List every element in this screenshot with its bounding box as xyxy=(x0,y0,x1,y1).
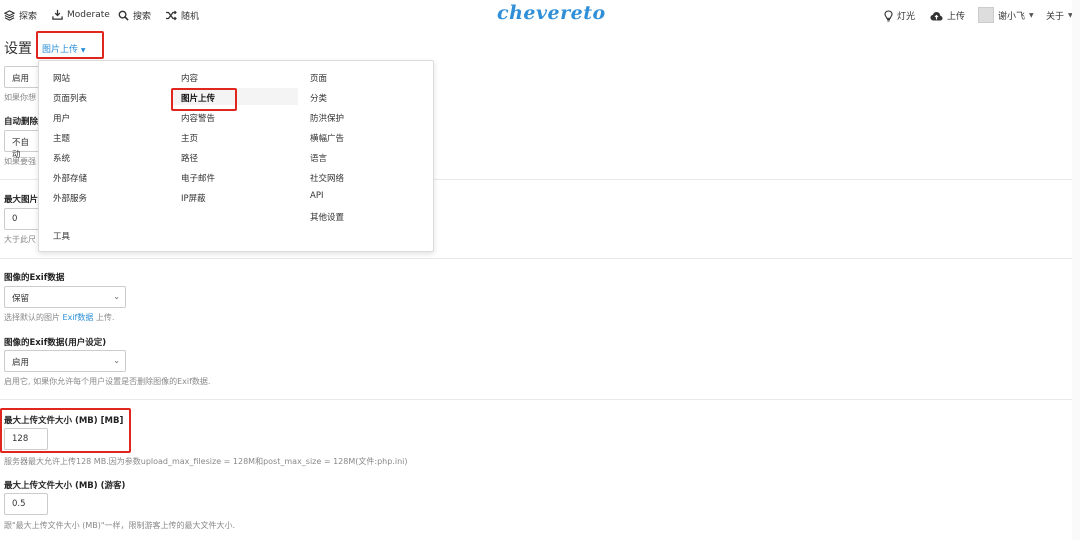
menu-item-content-warning[interactable]: 内容警告 xyxy=(181,112,215,124)
shuffle-icon xyxy=(166,10,177,21)
about-menu[interactable]: 关于 ▼ xyxy=(1046,9,1073,22)
chevereto-logo[interactable]: chevereto xyxy=(497,2,606,24)
menu-item-language[interactable]: 语言 xyxy=(310,152,327,164)
exif-hint-text-end: 上传. xyxy=(95,313,115,322)
menu-item-users[interactable]: 用户 xyxy=(53,112,70,124)
exif-data-link[interactable]: Exif数据 xyxy=(63,313,94,322)
layers-icon xyxy=(4,10,15,21)
nav-upload[interactable]: 上传 xyxy=(930,9,965,22)
exif-label: 图像的Exif数据 xyxy=(4,273,65,283)
nav-moderate-label: Moderate xyxy=(67,9,110,20)
menu-item-external-storage[interactable]: 外部存储 xyxy=(53,172,87,184)
max-image-input[interactable]: 0 xyxy=(4,208,40,230)
user-name: 谢小飞 xyxy=(998,11,1026,22)
menu-item-social-networks[interactable]: 社交网络 xyxy=(310,172,344,184)
menu-item-api[interactable]: API xyxy=(310,191,323,201)
nav-lights[interactable]: 灯光 xyxy=(884,9,915,22)
menu-item-email[interactable]: 电子邮件 xyxy=(181,172,215,184)
cloud-upload-icon xyxy=(930,11,943,20)
nav-random-label: 随机 xyxy=(181,12,200,22)
exif-hint-text: 选择默认的图片 xyxy=(4,313,60,322)
menu-item-website[interactable]: 网站 xyxy=(53,72,70,84)
menu-item-pages[interactable]: 页面 xyxy=(310,72,327,84)
chevron-down-icon: ⌄ xyxy=(113,356,120,365)
menu-item-content[interactable]: 内容 xyxy=(181,72,198,84)
hint-text: 大于此尺 xyxy=(4,235,36,244)
highlight-box xyxy=(171,88,237,111)
avatar xyxy=(978,7,994,23)
max-upload-guest-label: 最大上传文件大小 (MB) (游客) xyxy=(4,481,126,491)
menu-item-other-settings[interactable]: 其他设置 xyxy=(310,211,344,223)
chevron-down-icon: ▼ xyxy=(1029,11,1034,19)
menu-item-tools[interactable]: 工具 xyxy=(53,230,70,242)
nav-upload-label: 上传 xyxy=(947,12,966,22)
nav-search-label: 搜索 xyxy=(133,12,152,22)
menu-item-theme[interactable]: 主题 xyxy=(53,132,70,144)
nav-moderate[interactable]: Moderate xyxy=(52,9,110,20)
auto-delete-label: 自动删除 xyxy=(4,117,39,127)
menu-item-external-services[interactable]: 外部服务 xyxy=(53,192,87,204)
nav-lights-label: 灯光 xyxy=(897,12,916,22)
about-label: 关于 xyxy=(1046,12,1065,22)
menu-item-routes[interactable]: 路径 xyxy=(181,152,198,164)
exif-user-select[interactable]: 启用 ⌄ xyxy=(4,350,126,372)
exif-user-label: 图像的Exif数据(用户设定) xyxy=(4,338,107,348)
max-upload-guest-value: 0.5 xyxy=(12,499,26,509)
nav-explore[interactable]: 探索 xyxy=(4,9,37,22)
menu-item-categories[interactable]: 分类 xyxy=(310,92,327,104)
download-tray-icon xyxy=(52,9,63,20)
lightbulb-icon xyxy=(884,9,893,22)
exif-user-select-value: 启用 xyxy=(12,358,30,368)
enable-select[interactable]: 启用 xyxy=(4,66,40,88)
max-upload-guest-input[interactable]: 0.5 xyxy=(4,493,48,515)
highlight-box xyxy=(36,31,104,59)
auto-delete-select[interactable]: 不自动 xyxy=(4,130,40,160)
max-image-value: 0 xyxy=(12,214,18,224)
top-navbar: 探索 Moderate 搜索 随机 chevereto 灯光 上传 谢小飞 ▼ … xyxy=(0,0,1080,30)
nav-search[interactable]: 搜索 xyxy=(118,9,151,22)
max-upload-hint: 服务器最大允许上传128 MB.因为参数upload_max_filesize … xyxy=(4,457,408,466)
menu-item-page-list[interactable]: 页面列表 xyxy=(53,92,87,104)
max-upload-guest-hint: 跟"最大上传文件大小 (MB)"一样，限制游客上传的最大文件大小. xyxy=(4,521,236,530)
exif-user-hint: 启用它, 如果你允许每个用户设置是否删除图像的Exif数据. xyxy=(4,377,211,386)
menu-item-flood-protection[interactable]: 防洪保护 xyxy=(310,112,344,124)
exif-hint: 选择默认的图片 Exif数据 上传. xyxy=(4,312,114,323)
search-icon xyxy=(118,10,129,21)
menu-item-banners[interactable]: 横幅广告 xyxy=(310,132,344,144)
divider xyxy=(0,399,1072,400)
exif-select-value: 保留 xyxy=(12,294,30,304)
hint-text: 如果要强 xyxy=(4,157,36,166)
hint-text: 如果你想 xyxy=(4,93,36,102)
enable-select-value: 启用 xyxy=(12,74,30,84)
divider xyxy=(0,258,1072,259)
highlight-box xyxy=(0,408,131,453)
page-scrollbar[interactable] xyxy=(1072,0,1080,540)
exif-select[interactable]: 保留 ⌄ xyxy=(4,286,126,308)
chevron-down-icon: ⌄ xyxy=(113,292,120,301)
max-image-label: 最大图片 xyxy=(4,195,39,205)
user-menu[interactable]: 谢小飞 ▼ xyxy=(978,7,1034,23)
page-title: 设置 xyxy=(4,41,32,57)
menu-item-homepage[interactable]: 主页 xyxy=(181,132,198,144)
menu-item-system[interactable]: 系统 xyxy=(53,152,70,164)
nav-explore-label: 探索 xyxy=(19,12,38,22)
nav-random[interactable]: 随机 xyxy=(165,9,199,22)
menu-item-ip-ban[interactable]: IP屏蔽 xyxy=(181,192,206,204)
